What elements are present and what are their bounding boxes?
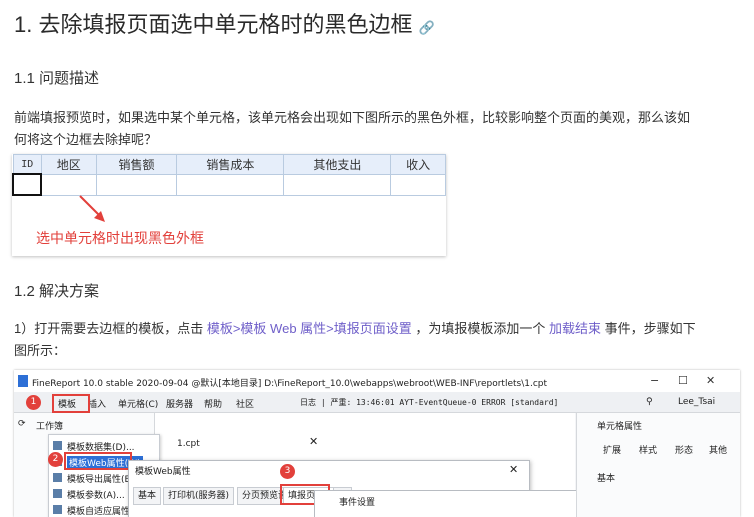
tab-style[interactable]: 样式	[639, 443, 657, 456]
menu-help[interactable]: 帮助	[204, 397, 222, 410]
log-status: 日志 | 严重: 13:46:01 AYT-EventQueue-0 ERROR…	[300, 398, 559, 407]
step-badge-1: 1	[26, 395, 41, 410]
window-title: FineReport 10.0 stable 2020-09-04 @默认[本地…	[32, 379, 548, 389]
close-icon[interactable]: ✕	[706, 374, 715, 387]
table-header: 销售成本	[176, 154, 285, 175]
basic-section: 基本	[597, 474, 616, 484]
cell-attr-panel: 单元格属性 扩展 样式 形态 其他 基本	[576, 413, 740, 517]
finereport-logo-icon	[18, 375, 28, 387]
menu-cell[interactable]: 单元格(C)	[118, 397, 158, 410]
param-icon	[53, 489, 62, 498]
section-heading-solution: 1.2 解决方案	[14, 283, 100, 300]
figure-caption: 选中单元格时出现黑色外框	[36, 230, 204, 246]
step-badge-2: 2	[48, 452, 63, 467]
dialog-title: 模板Web属性	[135, 467, 191, 477]
red-arrow-icon	[79, 195, 105, 222]
section-heading-problem: 1.1 问题描述	[14, 70, 100, 87]
event-settings-title: 事件设置	[339, 498, 376, 508]
dataset-icon	[53, 441, 62, 450]
adaptive-icon	[53, 505, 62, 514]
menu-bar: 模板 插入 单元格(C) 服务器 帮助 社区 日志 | 严重: 13:46:01…	[14, 392, 740, 413]
step-badge-3: 3	[280, 464, 295, 479]
menu-item-export[interactable]: 模板导出属性(E)	[67, 472, 134, 485]
table-header: 收入	[390, 154, 446, 175]
selected-cell[interactable]	[11, 173, 43, 196]
maximize-icon[interactable]: ☐	[678, 374, 688, 387]
search-icon[interactable]: ⚲	[646, 397, 653, 407]
tab-printer[interactable]: 打印机(服务器)	[163, 487, 235, 505]
problem-description: 前端填报预览时，如果选中某个单元格，该单元格会出现如下图所示的黑色外框，比较影响…	[14, 107, 740, 151]
table-header: 销售额	[95, 154, 178, 175]
tab-basic[interactable]: 基本	[133, 487, 162, 505]
table-cell[interactable]	[390, 173, 446, 196]
close-tab-icon[interactable]: ✕	[309, 435, 318, 448]
cell-attr-title: 单元格属性	[597, 422, 643, 432]
menu-community[interactable]: 社区	[236, 397, 254, 410]
page-title: 1. 去除填报页面选中单元格时的黑色边框 🔗	[14, 12, 435, 37]
workspace-label: 工作簿	[36, 422, 64, 432]
finereport-screenshot: FineReport 10.0 stable 2020-09-04 @默认[本地…	[14, 370, 740, 517]
highlight-web-attr	[64, 452, 132, 470]
table-header: 其他支出	[283, 154, 392, 175]
user-name[interactable]: Lee_Tsai	[678, 397, 715, 407]
dialog-close-icon[interactable]: ✕	[509, 463, 518, 476]
figure-selected-cell: ID 地区 销售额 销售成本 其他支出 收入 选中单元格时出现黑色外框	[11, 154, 446, 256]
minimize-icon[interactable]: −	[650, 374, 659, 387]
report-table: ID 地区 销售额 销售成本 其他支出 收入	[11, 154, 446, 196]
link-icon[interactable]: 🔗	[418, 20, 434, 35]
refresh-icon[interactable]: ⟳	[18, 419, 26, 429]
table-cell[interactable]	[283, 173, 392, 196]
load-end-event-link[interactable]: 加载结束	[549, 321, 601, 336]
table-cell[interactable]	[176, 173, 285, 196]
menu-path-link[interactable]: 模板>模板 Web 属性>填报页面设置	[207, 321, 412, 336]
solution-step-1: 1）打开需要去边框的模板，点击 模板>模板 Web 属性>填报页面设置 ，为填报…	[14, 321, 696, 358]
highlight-template-menu	[52, 394, 90, 413]
table-header: 地区	[40, 154, 97, 175]
export-icon	[53, 473, 62, 482]
menu-server[interactable]: 服务器	[166, 397, 193, 410]
menu-item-param[interactable]: 模板参数(A)...	[67, 488, 125, 501]
table-header: ID	[12, 154, 42, 175]
tab-form[interactable]: 形态	[675, 443, 693, 456]
menu-insert[interactable]: 插入	[88, 397, 106, 410]
tab-other[interactable]: 其他	[709, 443, 727, 456]
desc-line-2: 何将这个边框去除掉呢？	[14, 132, 158, 147]
desc-line-1: 前端填报预览时，如果选中某个单元格，该单元格会出现如下图所示的黑色外框，比较影响…	[14, 110, 691, 125]
window-titlebar: FineReport 10.0 stable 2020-09-04 @默认[本地…	[14, 370, 740, 392]
tab-expand[interactable]: 扩展	[603, 443, 621, 456]
template-tab[interactable]: 1.cpt	[177, 439, 200, 449]
